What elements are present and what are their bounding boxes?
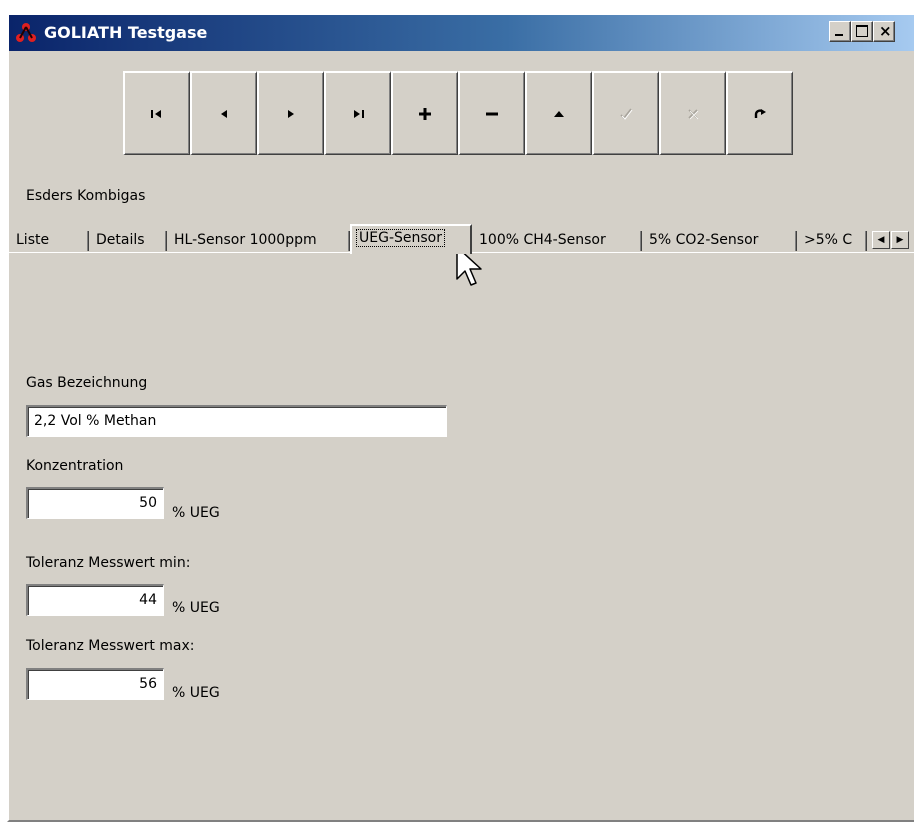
goliath-logo-icon xyxy=(16,23,36,42)
gas-bezeichnung-field[interactable]: 2,2 Vol % Methan xyxy=(26,405,447,437)
title-bar[interactable]: GOLIATH Testgase × xyxy=(9,15,914,51)
tab-ueg-sensor-label: UEG-Sensor xyxy=(356,229,445,247)
tab-ueg-sensor[interactable]: UEG-Sensor xyxy=(350,224,472,254)
close-icon: × xyxy=(879,22,892,40)
tab-strip: Liste Details HL-Sensor 1000ppm UEG-Sens… xyxy=(9,223,914,254)
db-navigator xyxy=(123,71,793,155)
tab-details[interactable]: Details xyxy=(89,229,167,252)
first-record-button[interactable] xyxy=(123,71,190,155)
tab-ch4-sensor[interactable]: 100% CH4-Sensor xyxy=(472,229,642,252)
prior-record-button[interactable] xyxy=(190,71,257,155)
x-icon xyxy=(688,108,699,119)
gas-bezeichnung-label: Gas Bezeichnung xyxy=(26,375,148,391)
toleranz-max-field[interactable]: 56 xyxy=(26,668,164,700)
maximize-button[interactable] xyxy=(851,21,873,42)
tab-scroll-left-button[interactable]: ◀ xyxy=(872,231,890,249)
tab-liste[interactable]: Liste xyxy=(9,229,89,252)
toleranz-max-unit: % UEG xyxy=(172,685,220,701)
record-caption: Esders Kombigas xyxy=(26,188,146,204)
edit-button[interactable] xyxy=(525,71,592,155)
tab-hl-sensor[interactable]: HL-Sensor 1000ppm xyxy=(167,229,350,252)
insert-button[interactable] xyxy=(391,71,458,155)
app-window: GOLIATH Testgase × Esders Kombigas Liste… xyxy=(7,13,914,822)
tab-co2-sensor[interactable]: 5% CO2-Sensor xyxy=(642,229,797,252)
tab-co2-more[interactable]: >5% C xyxy=(797,229,867,252)
skip-last-icon xyxy=(354,109,364,118)
cancel-button[interactable] xyxy=(659,71,726,155)
plus-icon xyxy=(419,107,431,120)
last-record-button[interactable] xyxy=(324,71,391,155)
next-record-button[interactable] xyxy=(257,71,324,155)
triangle-right-icon xyxy=(288,109,294,118)
triangle-right-icon: ▶ xyxy=(896,235,904,245)
triangle-left-icon xyxy=(221,109,227,118)
checkmark-icon xyxy=(620,108,633,120)
konzentration-unit: % UEG xyxy=(172,505,220,521)
toleranz-min-field[interactable]: 44 xyxy=(26,584,164,616)
window-title: GOLIATH Testgase xyxy=(44,23,208,42)
delete-button[interactable] xyxy=(458,71,525,155)
toleranz-min-label: Toleranz Messwert min: xyxy=(26,555,191,571)
toleranz-min-unit: % UEG xyxy=(172,600,220,616)
konzentration-label: Konzentration xyxy=(26,458,124,474)
minimize-button[interactable] xyxy=(829,21,851,42)
triangle-up-icon xyxy=(554,110,564,117)
refresh-icon xyxy=(754,108,766,118)
toleranz-max-label: Toleranz Messwert max: xyxy=(26,638,195,654)
tab-scroll-right-button[interactable]: ▶ xyxy=(891,231,909,249)
skip-first-icon xyxy=(151,109,161,118)
minus-icon xyxy=(486,112,498,115)
konzentration-field[interactable]: 50 xyxy=(26,487,164,519)
refresh-button[interactable] xyxy=(726,71,793,155)
triangle-left-icon: ◀ xyxy=(877,235,885,245)
post-button[interactable] xyxy=(592,71,659,155)
close-button[interactable]: × xyxy=(873,21,895,42)
